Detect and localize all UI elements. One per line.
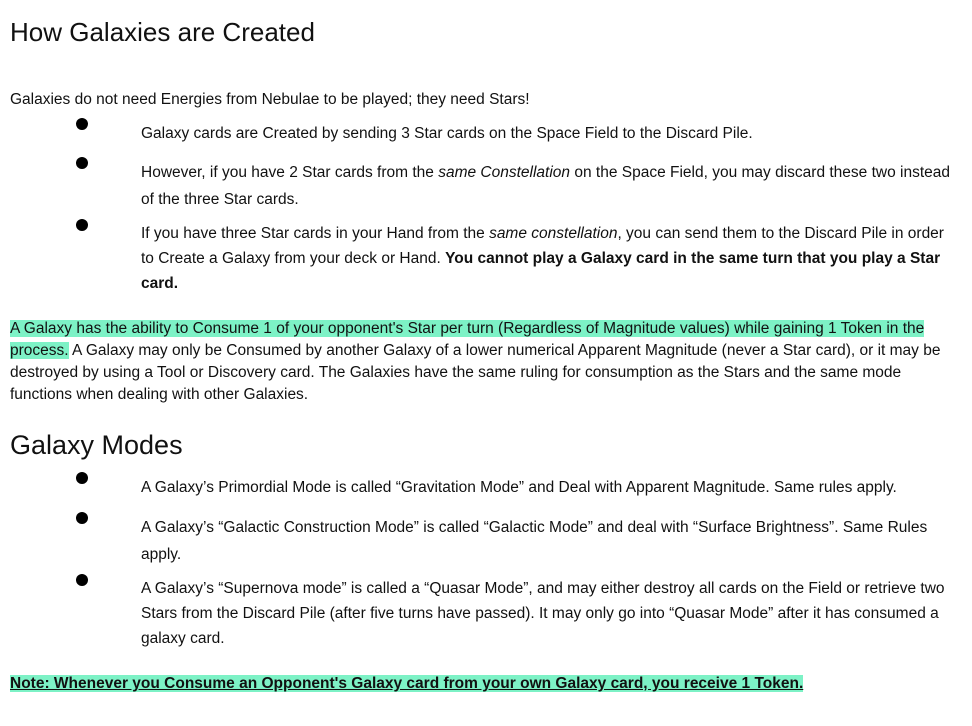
creation-bullet-3: If you have three Star cards in your Han… bbox=[141, 225, 944, 292]
mode-bullet-2: A Galaxy’s “Galactic Construction Mode” … bbox=[141, 519, 928, 563]
bullet-dot bbox=[76, 574, 88, 586]
highlighted-note: Note: Whenever you Consume an Opponent's… bbox=[10, 675, 804, 692]
section-title-galaxy-creation: How Galaxies are Created bbox=[10, 17, 315, 47]
creation-bullet-1: Galaxy cards are Created by sending 3 St… bbox=[141, 125, 753, 142]
creation-bullet-2: However, if you have 2 Star cards from t… bbox=[141, 164, 951, 208]
intro-paragraph: Galaxies do not need Energies from Nebul… bbox=[10, 91, 530, 108]
bullet-dot bbox=[76, 472, 88, 484]
bullet-dot bbox=[76, 512, 88, 524]
bullet-dot bbox=[76, 157, 88, 169]
mode-bullet-3: A Galaxy’s “Supernova mode” is called a … bbox=[141, 580, 945, 647]
bullet-dot bbox=[76, 219, 88, 231]
galaxy-consume-paragraph: A Galaxy has the ability to Consume 1 of… bbox=[10, 320, 941, 403]
section-title-galaxy-modes: Galaxy Modes bbox=[10, 430, 183, 460]
token-note: Note: Whenever you Consume an Opponent's… bbox=[10, 673, 955, 695]
bullet-dot bbox=[76, 118, 88, 130]
mode-bullet-1: A Galaxy’s Primordial Mode is called “Gr… bbox=[141, 479, 897, 496]
